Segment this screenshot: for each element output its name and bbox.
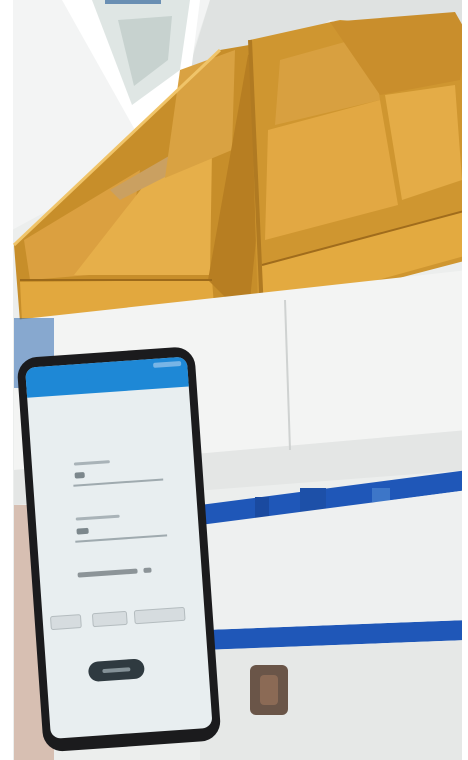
smartphone-in-hand [14, 347, 221, 760]
photo-scene [0, 0, 468, 760]
floor [200, 640, 468, 760]
left-frame-edge [0, 0, 13, 760]
right-frame-edge [462, 0, 468, 760]
scene-drawing [0, 0, 468, 760]
caster-wheel [250, 665, 288, 715]
